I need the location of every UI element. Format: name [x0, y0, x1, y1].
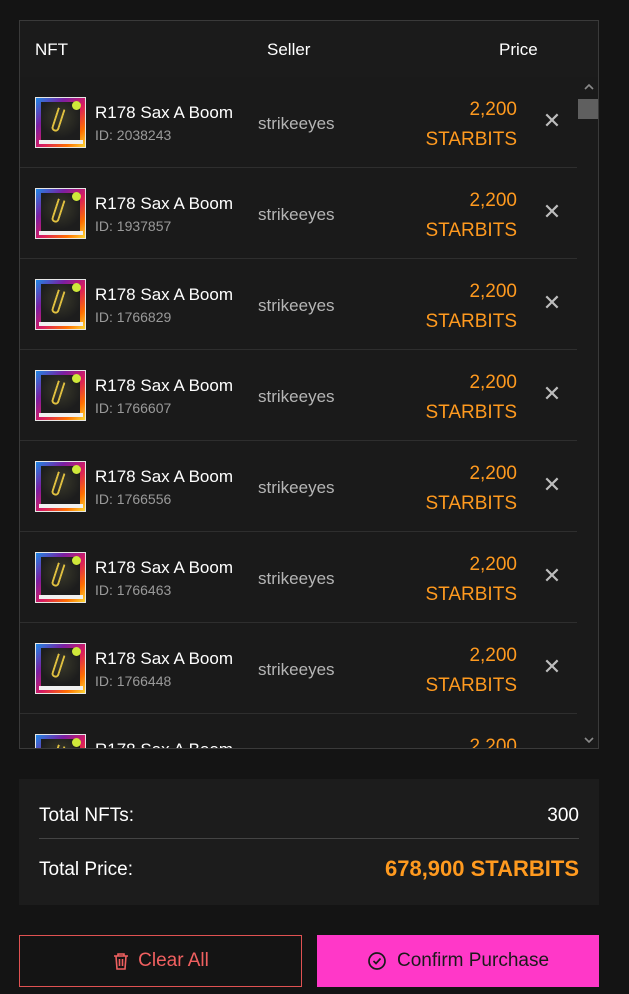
price: 2,200 STARBITS	[426, 277, 518, 337]
nft-thumbnail-icon	[35, 188, 86, 239]
nft-id: ID: 1766829	[95, 309, 172, 325]
nft-id: ID: 2038243	[95, 127, 172, 143]
nft-name: R178 Sax A Boom	[95, 740, 233, 748]
price-amount: 2,200	[469, 99, 517, 120]
table-header: NFT Seller Price	[20, 21, 598, 77]
nft-name: R178 Sax A Boom	[95, 649, 233, 668]
scroll-down-icon[interactable]	[582, 733, 596, 747]
price: 2,200	[469, 732, 517, 749]
price-amount: 2,200	[469, 281, 517, 302]
trash-icon	[114, 953, 129, 970]
price-amount: 2,200	[469, 645, 517, 666]
nft-id: ID: 1766463	[95, 582, 172, 598]
price-currency: STARBITS	[425, 220, 518, 241]
price: 2,200 STARBITS	[426, 95, 518, 155]
table-row: R178 Sax A Boom ID: 1766829 strikeeyes 2…	[20, 259, 577, 350]
price-amount: 2,200	[469, 736, 517, 749]
close-icon[interactable]: ✕	[542, 565, 562, 587]
nft-thumbnail-icon	[35, 370, 86, 421]
price: 2,200 STARBITS	[426, 186, 518, 246]
table-row: R178 Sax A Boom ID: 1937857 strikeeyes 2…	[20, 168, 577, 259]
nft-thumbnail-icon	[35, 643, 86, 694]
nft-list[interactable]: R178 Sax A Boom ID: 2038243 strikeeyes 2…	[20, 77, 577, 749]
nft-name: R178 Sax A Boom	[95, 285, 233, 304]
nft-thumbnail-icon	[35, 734, 86, 748]
close-icon[interactable]: ✕	[542, 656, 562, 678]
total-nfts-label: Total NFTs:	[39, 805, 135, 826]
order-summary: Total NFTs: 300 Total Price: 678,900 STA…	[19, 779, 599, 905]
clear-all-label: Clear All	[138, 950, 209, 971]
nft-name: R178 Sax A Boom	[95, 194, 233, 213]
price-amount: 2,200	[469, 372, 517, 393]
seller-name: strikeeyes	[258, 660, 335, 679]
price-amount: 2,200	[469, 554, 517, 575]
seller-name: strikeeyes	[258, 114, 335, 133]
check-circle-icon	[368, 952, 386, 970]
table-row: R178 Sax A Boom ID: 1766607 strikeeyes 2…	[20, 350, 577, 441]
nft-thumbnail-icon	[35, 552, 86, 603]
price: 2,200 STARBITS	[426, 641, 518, 701]
seller-name: strikeeyes	[258, 296, 335, 315]
nft-thumbnail-icon	[35, 279, 86, 330]
close-icon[interactable]: ✕	[542, 110, 562, 132]
total-price-row: Total Price: 678,900 STARBITS	[39, 856, 579, 881]
scrollbar[interactable]	[577, 77, 598, 748]
seller-name: strikeeyes	[258, 478, 335, 497]
nft-name: R178 Sax A Boom	[95, 558, 233, 577]
cart-table: NFT Seller Price R178 Sax A Boom ID: 203…	[19, 20, 599, 749]
seller-name: strikeeyes	[258, 387, 335, 406]
nft-name: R178 Sax A Boom	[95, 376, 233, 395]
total-nfts-row: Total NFTs: 300	[39, 805, 579, 827]
price-currency: STARBITS	[425, 129, 518, 150]
close-icon[interactable]: ✕	[542, 201, 562, 223]
clear-all-button[interactable]: Clear All	[19, 935, 302, 987]
table-row: R178 Sax A Boom ID: 1766463 strikeeyes 2…	[20, 532, 577, 623]
header-price: Price	[499, 40, 538, 59]
price-currency: STARBITS	[425, 311, 518, 332]
summary-divider	[39, 838, 579, 839]
header-nft: NFT	[35, 40, 69, 59]
price-currency: STARBITS	[425, 675, 518, 696]
confirm-purchase-button[interactable]: Confirm Purchase	[317, 935, 599, 987]
nft-id: ID: 1766607	[95, 400, 172, 416]
total-price-label: Total Price:	[39, 859, 133, 880]
nft-thumbnail-icon	[35, 97, 86, 148]
nft-thumbnail-icon	[35, 461, 86, 512]
price: 2,200 STARBITS	[426, 550, 518, 610]
price-amount: 2,200	[469, 463, 517, 484]
nft-id: ID: 1766448	[95, 673, 172, 689]
close-icon[interactable]: ✕	[542, 474, 562, 496]
price: 2,200 STARBITS	[426, 368, 518, 428]
price-currency: STARBITS	[425, 402, 518, 423]
table-row: R178 Sax A Boom ID: 1766556 strikeeyes 2…	[20, 441, 577, 532]
nft-id: ID: 1937857	[95, 218, 172, 234]
nft-name: R178 Sax A Boom	[95, 467, 233, 486]
table-row: R178 Sax A Boom ID: 2038243 strikeeyes 2…	[20, 77, 577, 168]
price-amount: 2,200	[469, 190, 517, 211]
close-icon[interactable]: ✕	[542, 383, 562, 405]
table-row: R178 Sax A Boom 2,200	[20, 714, 577, 749]
seller-name: strikeeyes	[258, 569, 335, 588]
table-row: R178 Sax A Boom ID: 1766448 strikeeyes 2…	[20, 623, 577, 714]
price: 2,200 STARBITS	[426, 459, 518, 519]
scroll-up-icon[interactable]	[582, 80, 596, 94]
total-nfts-value: 300	[547, 805, 579, 826]
price-currency: STARBITS	[425, 493, 518, 514]
nft-name: R178 Sax A Boom	[95, 103, 233, 122]
close-icon[interactable]: ✕	[542, 292, 562, 314]
nft-id: ID: 1766556	[95, 491, 172, 507]
header-seller: Seller	[267, 40, 311, 59]
confirm-purchase-label: Confirm Purchase	[396, 950, 550, 971]
seller-name: strikeeyes	[258, 205, 335, 224]
price-currency: STARBITS	[425, 584, 518, 605]
scrollbar-thumb[interactable]	[578, 99, 598, 119]
total-price-value: 678,900 STARBITS	[384, 856, 579, 881]
